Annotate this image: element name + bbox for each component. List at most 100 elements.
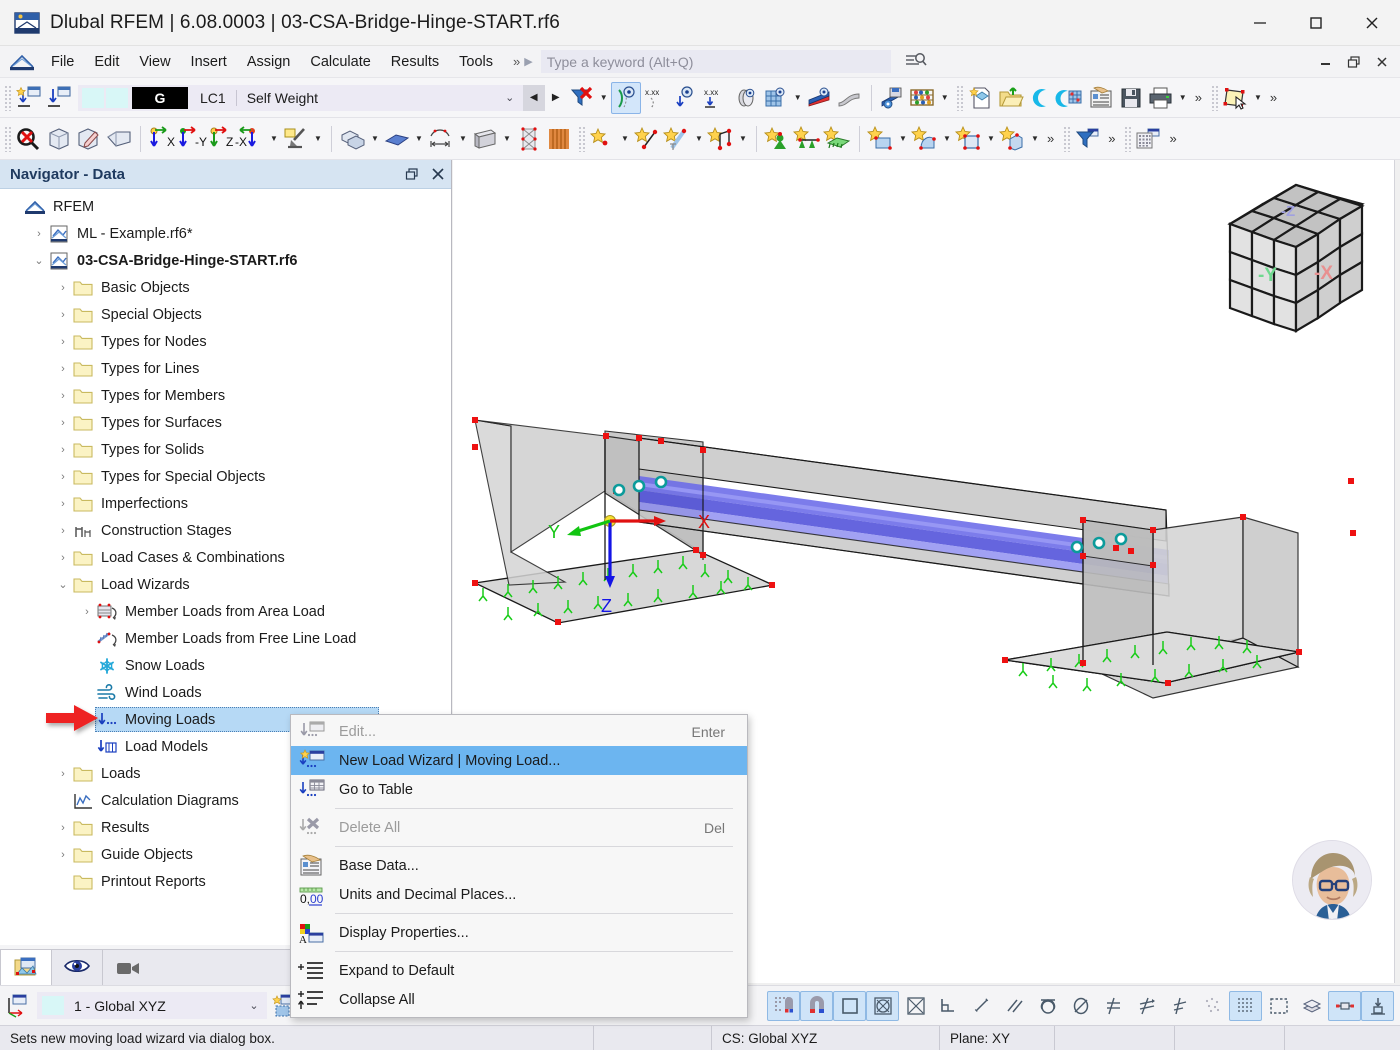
tree-item-types-for-lines[interactable]: › Types for Lines <box>0 355 451 382</box>
selection-frame-icon[interactable] <box>1262 991 1295 1021</box>
new-curved-surface-icon[interactable] <box>910 123 940 155</box>
new-line-support-icon[interactable] <box>792 123 823 155</box>
context-menu-item-new-load-wizard-moving-load[interactable]: New Load Wizard | Moving Load... <box>291 746 747 775</box>
menu-calculate[interactable]: Calculate <box>300 50 380 74</box>
microscope-caret[interactable]: ▼ <box>311 123 325 155</box>
filter-view-icon[interactable] <box>1073 123 1103 155</box>
surface-grid-caret[interactable]: ▼ <box>791 82 805 114</box>
tree-item-03-csa-bridge-hinge-start-rf6[interactable]: ⌄ 03-CSA-Bridge-Hinge-START.rf6 <box>0 247 451 274</box>
load-direction-icon[interactable] <box>671 82 701 114</box>
solid-render-icon[interactable] <box>731 82 761 114</box>
tree-item-basic-objects[interactable]: › Basic Objects <box>0 274 451 301</box>
snap-perp-1-icon[interactable] <box>1097 991 1130 1021</box>
doc-close-button[interactable] <box>1368 49 1396 75</box>
tree-item-member-loads-from-free-line-load[interactable]: Member Loads from Free Line Load <box>0 625 451 652</box>
tree-item-rfem[interactable]: RFEM <box>0 193 451 220</box>
snap-center-icon[interactable] <box>866 990 899 1021</box>
snap-node-icon[interactable] <box>899 991 932 1021</box>
snap-corner-icon[interactable] <box>932 991 965 1021</box>
new-member-icon[interactable] <box>662 123 692 155</box>
tree-item-imperfections[interactable]: › Imperfections <box>0 490 451 517</box>
grid-visible-icon[interactable] <box>1229 990 1262 1021</box>
snap-orthogonal-icon[interactable] <box>833 990 866 1021</box>
context-menu-item-go-to-table[interactable]: Go to Table <box>291 775 747 804</box>
snap-perp-2-icon[interactable] <box>1130 991 1163 1021</box>
new-curved-surface-caret[interactable]: ▼ <box>940 123 954 155</box>
tree-item-special-objects[interactable]: › Special Objects <box>0 301 451 328</box>
abacus-results-icon[interactable] <box>908 82 938 114</box>
view-box-icon[interactable] <box>44 123 74 155</box>
dimension-icon[interactable] <box>426 123 456 155</box>
restore-panel-icon[interactable] <box>399 161 425 187</box>
section-view-icon[interactable] <box>470 123 500 155</box>
result-curve-icon[interactable] <box>835 82 865 114</box>
display-navigator-tab[interactable] <box>51 949 103 985</box>
new-opening-caret[interactable]: ▼ <box>984 123 998 155</box>
chevron-down-icon[interactable]: ⌄ <box>241 999 267 1012</box>
snap-line-icon[interactable] <box>965 991 998 1021</box>
model-info-icon[interactable] <box>1055 82 1086 114</box>
menu-insert[interactable]: Insert <box>181 50 237 74</box>
expand-chevron-icon[interactable]: › <box>54 822 72 834</box>
base-data-toolbar-icon[interactable] <box>1086 82 1116 114</box>
next-load-case-button[interactable]: ▶ <box>545 85 567 111</box>
solid-view-caret[interactable]: ▼ <box>368 123 382 155</box>
menu-edit[interactable]: Edit <box>84 50 129 74</box>
new-polyline-caret[interactable]: ▼ <box>736 123 750 155</box>
expand-chevron-icon[interactable]: › <box>54 498 72 510</box>
load-case-selector[interactable]: G LC1 Self Weight ⌄ <box>78 84 523 111</box>
support-view-icon[interactable] <box>1361 990 1394 1021</box>
keyword-search-input[interactable]: Type a keyword (Alt+Q) <box>540 50 891 73</box>
previous-load-case-button[interactable]: ◀ <box>522 84 545 111</box>
snap-parallel-icon[interactable] <box>998 991 1031 1021</box>
expand-chevron-icon[interactable]: › <box>54 282 72 294</box>
toolbar2-grip-2[interactable] <box>578 125 585 152</box>
select-objects-caret[interactable]: ▼ <box>1251 82 1265 114</box>
extrude-box-icon[interactable] <box>104 123 134 155</box>
chevron-down-icon[interactable]: ⌄ <box>497 91 523 104</box>
filter-loads-icon[interactable] <box>567 82 597 114</box>
tree-item-ml-example-rf6[interactable]: › ML - Example.rf6* <box>0 220 451 247</box>
new-line-icon[interactable] <box>632 123 662 155</box>
surface-grid-icon[interactable] <box>761 82 791 114</box>
tree-item-load-cases-combinations[interactable]: › Load Cases & Combinations <box>0 544 451 571</box>
context-menu-item-collapse-all[interactable]: Collapse All <box>291 985 747 1014</box>
section-view-caret[interactable]: ▼ <box>500 123 514 155</box>
close-button[interactable] <box>1344 0 1400 46</box>
solid-view-icon[interactable] <box>338 123 368 155</box>
view-direction-caret[interactable]: ▼ <box>267 123 281 155</box>
snap-perp-3-icon[interactable] <box>1163 991 1196 1021</box>
context-menu-item-units-and-decimal-places[interactable]: 0, 00 Units and Decimal Places... <box>291 880 747 909</box>
new-node-icon[interactable] <box>588 123 618 155</box>
expand-chevron-icon[interactable]: › <box>54 444 72 456</box>
filter-loads-caret[interactable]: ▼ <box>597 82 611 114</box>
tree-item-types-for-members[interactable]: › Types for Members <box>0 382 451 409</box>
select-objects-icon[interactable] <box>1221 82 1251 114</box>
collapse-chevron-icon[interactable]: ⌄ <box>30 254 48 267</box>
snap-grid-icon[interactable] <box>767 990 800 1021</box>
new-surface-icon[interactable] <box>866 123 896 155</box>
toolbar-overflow-2[interactable]: » <box>1265 90 1282 105</box>
view-minus-x-direction-icon[interactable]: -X <box>235 123 267 155</box>
search-list-icon[interactable] <box>905 51 927 72</box>
doc-restore-button[interactable] <box>1340 49 1368 75</box>
menu-results[interactable]: Results <box>381 50 449 74</box>
assistant-avatar[interactable] <box>1292 840 1372 920</box>
tree-item-wind-loads[interactable]: Wind Loads <box>0 679 451 706</box>
close-icon[interactable] <box>425 161 451 187</box>
new-solid-icon[interactable] <box>998 123 1028 155</box>
calculate-settings-icon[interactable] <box>878 82 908 114</box>
expand-chevron-icon[interactable]: › <box>54 336 72 348</box>
context-menu-item-base-data[interactable]: Base Data... <box>291 851 747 880</box>
toolbar2-grip[interactable] <box>4 125 11 152</box>
load-values-numeric-icon[interactable]: x.xx <box>641 82 671 114</box>
view-z-direction-icon[interactable]: Z <box>207 123 237 155</box>
expand-chevron-icon[interactable]: › <box>54 471 72 483</box>
toolbar2-overflow-1[interactable]: » <box>1042 131 1059 146</box>
object-snap-icon[interactable] <box>800 990 833 1021</box>
context-menu[interactable]: Edit... Enter New Load Wizard | Moving Loa… <box>290 714 748 1018</box>
microscope-zoom-icon[interactable] <box>281 123 311 155</box>
print-icon[interactable] <box>1146 82 1176 114</box>
snap-arc-icon[interactable] <box>1031 991 1064 1021</box>
toolbar2-overflow-3[interactable]: » <box>1164 131 1181 146</box>
